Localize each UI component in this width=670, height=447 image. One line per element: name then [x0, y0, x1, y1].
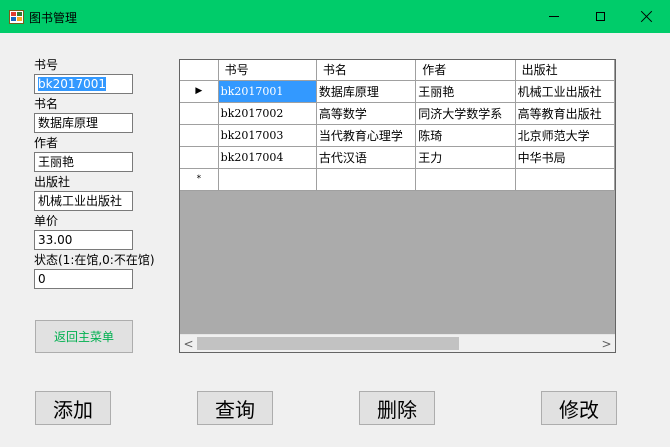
close-button[interactable]	[623, 0, 669, 33]
status-label: 状态(1:在馆,0:不在馆)	[34, 253, 155, 267]
new-cell-title[interactable]	[316, 168, 417, 191]
author-label: 作者	[34, 136, 59, 150]
close-icon	[640, 10, 653, 23]
cell-publisher[interactable]: 高等教育出版社	[515, 102, 615, 125]
cell-book-id[interactable]: bk2017002	[218, 102, 317, 125]
publisher-label: 出版社	[34, 175, 71, 189]
window-title: 图书管理	[29, 11, 78, 25]
scroll-right-icon[interactable]: >	[598, 335, 615, 352]
book-id-value: bk2017001	[38, 77, 107, 91]
book-id-input[interactable]: bk2017001	[34, 74, 133, 94]
query-button[interactable]: 查询	[197, 391, 273, 425]
new-cell-author[interactable]	[415, 168, 516, 191]
cell-book-id[interactable]: bk2017001	[218, 80, 317, 103]
cell-publisher[interactable]: 中华书局	[515, 146, 615, 169]
title-bar: 图书管理	[0, 0, 670, 33]
cell-book-id[interactable]: bk2017003	[218, 124, 317, 147]
delete-button[interactable]: 删除	[359, 391, 435, 425]
publisher-input[interactable]: 机械工业出版社	[34, 191, 133, 211]
column-header-title[interactable]: 书名	[316, 60, 417, 81]
return-main-menu-button[interactable]: 返回主菜单	[35, 320, 133, 353]
table-row[interactable]: bk2017004 古代汉语 王力 中华书局	[180, 146, 615, 169]
scroll-left-icon[interactable]: <	[180, 335, 197, 352]
cell-author[interactable]: 同济大学数学系	[415, 102, 516, 125]
current-row-indicator[interactable]: ▶	[180, 80, 219, 103]
minimize-button[interactable]	[531, 0, 577, 33]
new-cell-book-id[interactable]	[218, 168, 317, 191]
header-row: 书号 书名 作者 出版社	[180, 60, 615, 81]
table-row[interactable]: bk2017002 高等数学 同济大学数学系 高等教育出版社	[180, 102, 615, 125]
cell-title[interactable]: 当代教育心理学	[316, 124, 417, 147]
book-data-grid[interactable]: 书号 书名 作者 出版社 ▶ bk2017001 数据库原理 王丽艳 机械工业出…	[179, 59, 616, 353]
column-header-book-id[interactable]: 书号	[218, 60, 317, 81]
horizontal-scrollbar[interactable]: < >	[180, 334, 615, 352]
row-header[interactable]	[180, 146, 219, 169]
cell-publisher[interactable]: 北京师范大学	[515, 124, 615, 147]
row-header[interactable]	[180, 124, 219, 147]
new-row[interactable]: *	[180, 168, 615, 191]
minimize-icon	[549, 16, 559, 17]
title-input[interactable]: 数据库原理	[34, 113, 133, 133]
cell-title[interactable]: 数据库原理	[316, 80, 417, 103]
cell-author[interactable]: 王丽艳	[415, 80, 516, 103]
new-cell-publisher[interactable]	[515, 168, 615, 191]
maximize-button[interactable]	[577, 0, 623, 33]
price-label: 单价	[34, 214, 59, 228]
add-button[interactable]: 添加	[35, 391, 111, 425]
price-input[interactable]: 33.00	[34, 230, 133, 250]
modify-button[interactable]: 修改	[541, 391, 617, 425]
corner-header[interactable]	[180, 60, 219, 81]
row-header[interactable]	[180, 102, 219, 125]
cell-book-id[interactable]: bk2017004	[218, 146, 317, 169]
cell-publisher[interactable]: 机械工业出版社	[515, 80, 615, 103]
table-row[interactable]: ▶ bk2017001 数据库原理 王丽艳 机械工业出版社	[180, 80, 615, 103]
author-input[interactable]: 王丽艳	[34, 152, 133, 172]
scrollbar-thumb[interactable]	[197, 337, 459, 350]
column-header-author[interactable]: 作者	[415, 60, 516, 81]
column-header-publisher[interactable]: 出版社	[515, 60, 615, 81]
cell-author[interactable]: 陈琦	[415, 124, 516, 147]
title-label: 书名	[34, 97, 59, 111]
book-table: 书号 书名 作者 出版社 ▶ bk2017001 数据库原理 王丽艳 机械工业出…	[180, 60, 615, 191]
app-icon	[9, 10, 24, 24]
new-row-indicator[interactable]: *	[180, 168, 219, 191]
cell-title[interactable]: 高等数学	[316, 102, 417, 125]
table-row[interactable]: bk2017003 当代教育心理学 陈琦 北京师范大学	[180, 124, 615, 147]
maximize-icon	[595, 12, 605, 21]
cell-author[interactable]: 王力	[415, 146, 516, 169]
cell-title[interactable]: 古代汉语	[316, 146, 417, 169]
status-input[interactable]: 0	[34, 269, 133, 289]
book-id-label: 书号	[34, 58, 59, 72]
